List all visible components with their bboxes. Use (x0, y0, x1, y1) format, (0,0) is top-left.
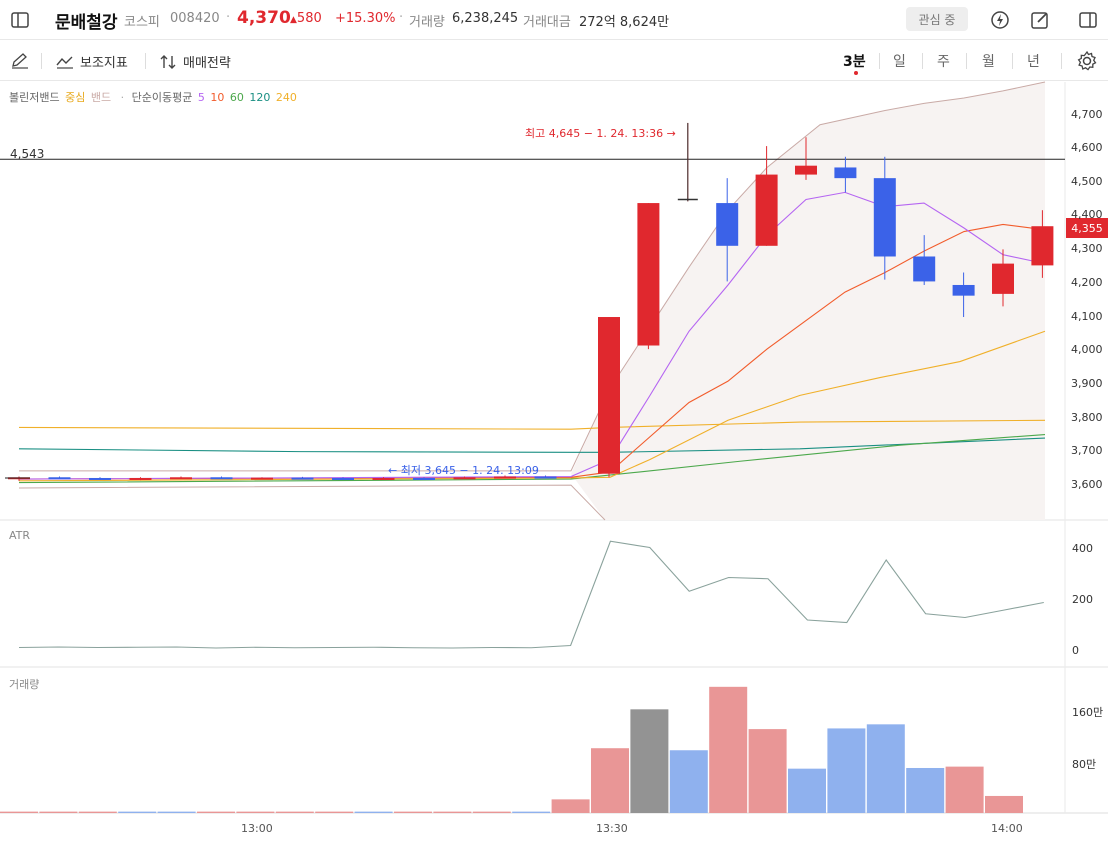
volume-bar (0, 811, 38, 813)
legend-ma240: 240 (275, 91, 297, 104)
atr-line (18, 540, 1044, 649)
volume-bar (866, 724, 905, 813)
low-annotation: ← 최저 3,645 − 1. 24. 13:09 (388, 464, 539, 477)
volume-tick: 80만 (1072, 758, 1097, 771)
volume-bar (748, 729, 787, 813)
candle-body (795, 165, 817, 175)
price-tick: 3,700 (1071, 444, 1103, 457)
legend-center: 중심 (65, 91, 86, 104)
time-tick: 13:30 (596, 822, 628, 835)
volume-bar (591, 748, 629, 813)
current-price-tag: 4,355 (1066, 218, 1108, 238)
atr-tick: 200 (1072, 593, 1093, 606)
price-tick: 4,100 (1071, 310, 1103, 323)
horizontal-line-value: 4,543 (10, 147, 45, 161)
atr-tick: 0 (1072, 644, 1079, 657)
price-tick: 3,600 (1071, 478, 1103, 491)
volume-bar (39, 811, 78, 813)
price-tick: 4,700 (1071, 108, 1103, 121)
volume-bar (433, 811, 472, 813)
volume-bar (709, 686, 748, 813)
volume-bar (236, 811, 275, 813)
candle-body (1031, 226, 1054, 266)
candle-body (210, 477, 233, 480)
price-tick: 4,600 (1071, 141, 1103, 154)
legend-ma60: 60 (229, 91, 244, 104)
price-tick: 4,500 (1071, 175, 1103, 188)
candle-body (291, 477, 314, 480)
candle-body (913, 256, 936, 282)
candle-body (952, 284, 975, 296)
volume-bar (788, 768, 826, 813)
atr-tick: 400 (1072, 542, 1093, 555)
candle-body (251, 477, 273, 480)
volume-bar (78, 811, 117, 813)
candle-body (598, 317, 620, 474)
price-tick: 4,300 (1071, 242, 1103, 255)
candle-body (89, 477, 111, 480)
volume-bar (197, 811, 235, 813)
volume-bar (354, 811, 393, 813)
legend-ma120: 120 (249, 91, 271, 104)
legend-separator: · (120, 91, 125, 104)
volume-bar (315, 811, 354, 813)
atr-title: ATR (9, 529, 31, 542)
candle-body (372, 477, 395, 480)
volume-bar (512, 811, 551, 813)
volume-bar (985, 795, 1023, 813)
candle-body (129, 477, 152, 480)
indicator-legend: 볼린저밴드 중심 밴드 · 단순이동평균 5 10 60 120 240 (9, 89, 299, 105)
candle-body (873, 178, 896, 257)
candle-body (413, 477, 435, 480)
price-tick: 3,800 (1071, 411, 1103, 424)
volume-bar (275, 811, 314, 813)
time-tick: 14:00 (991, 822, 1023, 835)
candle-body (170, 477, 192, 480)
legend-bollinger: 볼린저밴드 (9, 91, 60, 104)
bollinger-lower-line (18, 484, 606, 521)
volume-title: 거래량 (9, 678, 40, 691)
candle-body (637, 203, 660, 346)
volume-bar (906, 767, 945, 813)
candle-body (992, 263, 1014, 294)
volume-bar (118, 811, 157, 813)
volume-bar (630, 709, 669, 813)
volume-bar (551, 799, 590, 813)
volume-bar (669, 750, 708, 813)
high-annotation: 최고 4,645 − 1. 24. 13:36 → (525, 127, 676, 140)
volume-bar (945, 766, 984, 813)
volume-bar (827, 728, 866, 813)
legend-band: 밴드 (90, 91, 112, 104)
candle-body (332, 477, 354, 480)
volume-bar (157, 811, 196, 813)
volume-bar (472, 811, 511, 813)
price-tick: 4,200 (1071, 276, 1103, 289)
candle-body (834, 167, 857, 179)
price-tick: 3,900 (1071, 377, 1103, 390)
legend-ma5: 5 (197, 91, 205, 104)
candle-body (48, 477, 71, 480)
legend-ma: 단순이동평균 (131, 91, 193, 104)
volume-tick: 160만 (1072, 706, 1104, 719)
volume-bar (394, 811, 432, 813)
price-tick: 4,000 (1071, 343, 1103, 356)
price-tick: 4,400 (1071, 208, 1103, 221)
time-tick: 13:00 (241, 822, 273, 835)
candle-body (755, 174, 778, 246)
candle-body (716, 203, 739, 246)
legend-ma10: 10 (210, 91, 225, 104)
